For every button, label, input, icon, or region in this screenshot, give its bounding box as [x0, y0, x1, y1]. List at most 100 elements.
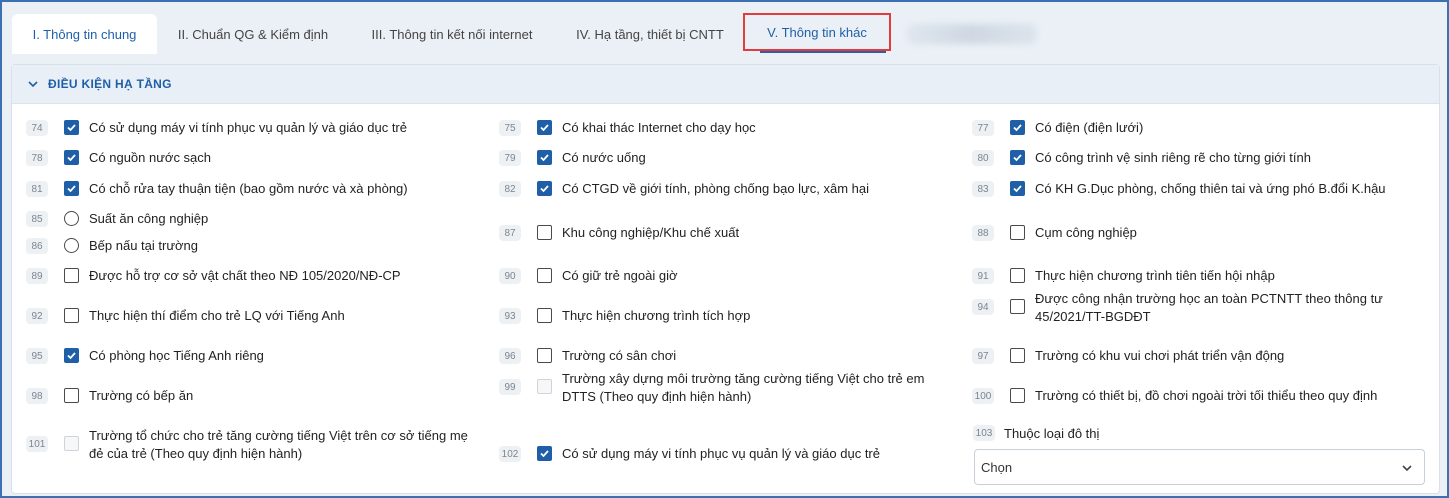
item-number: 93	[499, 308, 521, 324]
item-label: Có nguồn nước sạch	[89, 150, 212, 165]
checkbox[interactable]	[64, 308, 79, 323]
checkbox-checked[interactable]	[64, 120, 79, 135]
urban-type-label: Thuộc loại đô thị	[1004, 426, 1100, 441]
item-number: 96	[499, 348, 521, 364]
checkbox[interactable]	[1010, 348, 1025, 363]
item-number: 100	[972, 388, 994, 404]
checkbox-checked[interactable]	[537, 120, 552, 135]
checkbox-checked[interactable]	[537, 181, 552, 196]
item-number: 92	[26, 308, 48, 324]
item-label: Có sử dụng máy vi tính phục vụ quản lý v…	[562, 446, 880, 461]
item-label: Thực hiện chương trình tiên tiến hội nhậ…	[1035, 268, 1275, 283]
tab-national-standard[interactable]: II. Chuẩn QG & Kiểm định	[168, 14, 338, 54]
item-number: 88	[972, 225, 994, 241]
item-number: 82	[499, 181, 521, 197]
checkbox[interactable]	[64, 388, 79, 403]
item-number: 77	[972, 120, 994, 136]
checkmark-icon	[540, 185, 549, 193]
item-label: Trường có bếp ăn	[89, 388, 194, 403]
item-number: 99	[499, 379, 521, 395]
item-label: Khu công nghiệp/Khu chế xuất	[562, 225, 740, 240]
item-label: Được công nhận trường học an toàn PCTNTT…	[1035, 291, 1383, 324]
checkmark-icon	[1013, 154, 1022, 162]
checkbox[interactable]	[537, 225, 552, 240]
item-label: Suất ăn công nghiệp	[89, 211, 209, 226]
tab-label: II. Chuẩn QG & Kiểm định	[177, 26, 329, 42]
tab-internet-info[interactable]: III. Thông tin kết nối internet	[352, 14, 552, 54]
item-number: 101	[26, 436, 48, 452]
tab-general-info[interactable]: I. Thông tin chung	[12, 14, 157, 54]
item-label: Trường xây dựng môi trường tăng cường ti…	[562, 371, 925, 404]
item-label: Có sử dụng máy vi tính phục vụ quản lý v…	[89, 120, 407, 135]
item-label: Có nước uống	[562, 150, 646, 165]
checkbox[interactable]	[537, 348, 552, 363]
active-tab-indicator	[760, 51, 886, 53]
blurred-tab[interactable]	[907, 24, 1037, 44]
radio-button[interactable]	[64, 211, 79, 226]
checkmark-icon	[1013, 124, 1022, 132]
urban-type-select[interactable]: Chọn	[974, 449, 1425, 485]
checkbox[interactable]	[64, 268, 79, 283]
item-number: 83	[972, 181, 994, 197]
checkmark-icon	[1013, 185, 1022, 193]
item-number: 78	[26, 150, 48, 166]
checkbox[interactable]	[1010, 268, 1025, 283]
checkbox[interactable]	[537, 308, 552, 323]
checkmark-icon	[540, 124, 549, 132]
select-value: Chọn	[981, 459, 1013, 475]
item-number: 81	[26, 181, 48, 197]
checkbox-checked[interactable]	[64, 181, 79, 196]
item-number: 94	[972, 299, 994, 315]
chevron-down-icon	[28, 81, 38, 88]
infrastructure-panel: ĐIỀU KIỆN HẠ TẦNG 74 Có sử dụng máy vi tí…	[11, 64, 1440, 494]
checkbox[interactable]	[1010, 225, 1025, 240]
checkbox-checked[interactable]	[1010, 120, 1025, 135]
section-header[interactable]: ĐIỀU KIỆN HẠ TẦNG	[12, 65, 1439, 104]
item-label: Trường tổ chức cho trẻ tăng cường tiếng …	[89, 428, 468, 461]
checkbox-checked[interactable]	[1010, 181, 1025, 196]
radio-button[interactable]	[64, 238, 79, 253]
item-label: Có giữ trẻ ngoài giờ	[562, 268, 678, 283]
item-number: 90	[499, 268, 521, 284]
tab-bar: I. Thông tin chung II. Chuẩn QG & Kiểm đ…	[2, 2, 1447, 54]
checkmark-icon	[67, 154, 76, 162]
tab-label: I. Thông tin chung	[32, 26, 137, 42]
tab-it-infrastructure[interactable]: IV. Hạ tầng, thiết bị CNTT	[562, 14, 738, 54]
tab-label: V. Thông tin khác	[767, 24, 867, 40]
checkbox	[537, 379, 552, 394]
checkbox[interactable]	[1010, 299, 1025, 314]
item-label: Có phòng học Tiếng Anh riêng	[89, 348, 264, 363]
chevron-down-icon	[1402, 465, 1412, 472]
item-label: Bếp nấu tại trường	[89, 238, 199, 253]
item-number: 89	[26, 268, 48, 284]
item-number: 102	[499, 446, 521, 462]
checkbox-checked[interactable]	[537, 150, 552, 165]
item-label: Có công trình vệ sinh riêng rẽ cho từng …	[1035, 150, 1311, 165]
item-number: 80	[972, 150, 994, 166]
checkmark-icon	[67, 124, 76, 132]
item-label: Trường có sân chơi	[562, 348, 677, 363]
item-label: Có chỗ rửa tay thuận tiện (bao gồm nước …	[89, 181, 408, 196]
checkbox-checked[interactable]	[64, 150, 79, 165]
item-number: 75	[499, 120, 521, 136]
item-number: 91	[972, 268, 994, 284]
item-number: 74	[26, 120, 48, 136]
item-number: 87	[499, 225, 521, 241]
checkbox[interactable]	[1010, 388, 1025, 403]
item-label: Có KH G.Dục phòng, chống thiên tai và ứn…	[1035, 181, 1386, 196]
tab-other-info[interactable]: V. Thông tin khác	[745, 14, 889, 50]
item-number: 95	[26, 348, 48, 364]
item-label: Được hỗ trợ cơ sở vật chất theo NĐ 105/2…	[89, 268, 401, 283]
item-label: Có CTGD về giới tính, phòng chống bạo lự…	[562, 181, 869, 196]
item-label: Trường có khu vui chơi phát triển vận độ…	[1035, 348, 1285, 363]
item-number: 85	[26, 211, 48, 227]
checkbox-checked[interactable]	[537, 446, 552, 461]
item-number: 98	[26, 388, 48, 404]
section-title: ĐIỀU KIỆN HẠ TẦNG	[48, 77, 172, 91]
checkbox[interactable]	[537, 268, 552, 283]
item-label: Thực hiện chương trình tích hợp	[562, 308, 751, 323]
checkbox-checked[interactable]	[64, 348, 79, 363]
checkbox-checked[interactable]	[1010, 150, 1025, 165]
item-label: Có điện (điện lưới)	[1035, 120, 1144, 135]
item-label: Thực hiện thí điểm cho trẻ LQ với Tiếng …	[89, 308, 345, 323]
